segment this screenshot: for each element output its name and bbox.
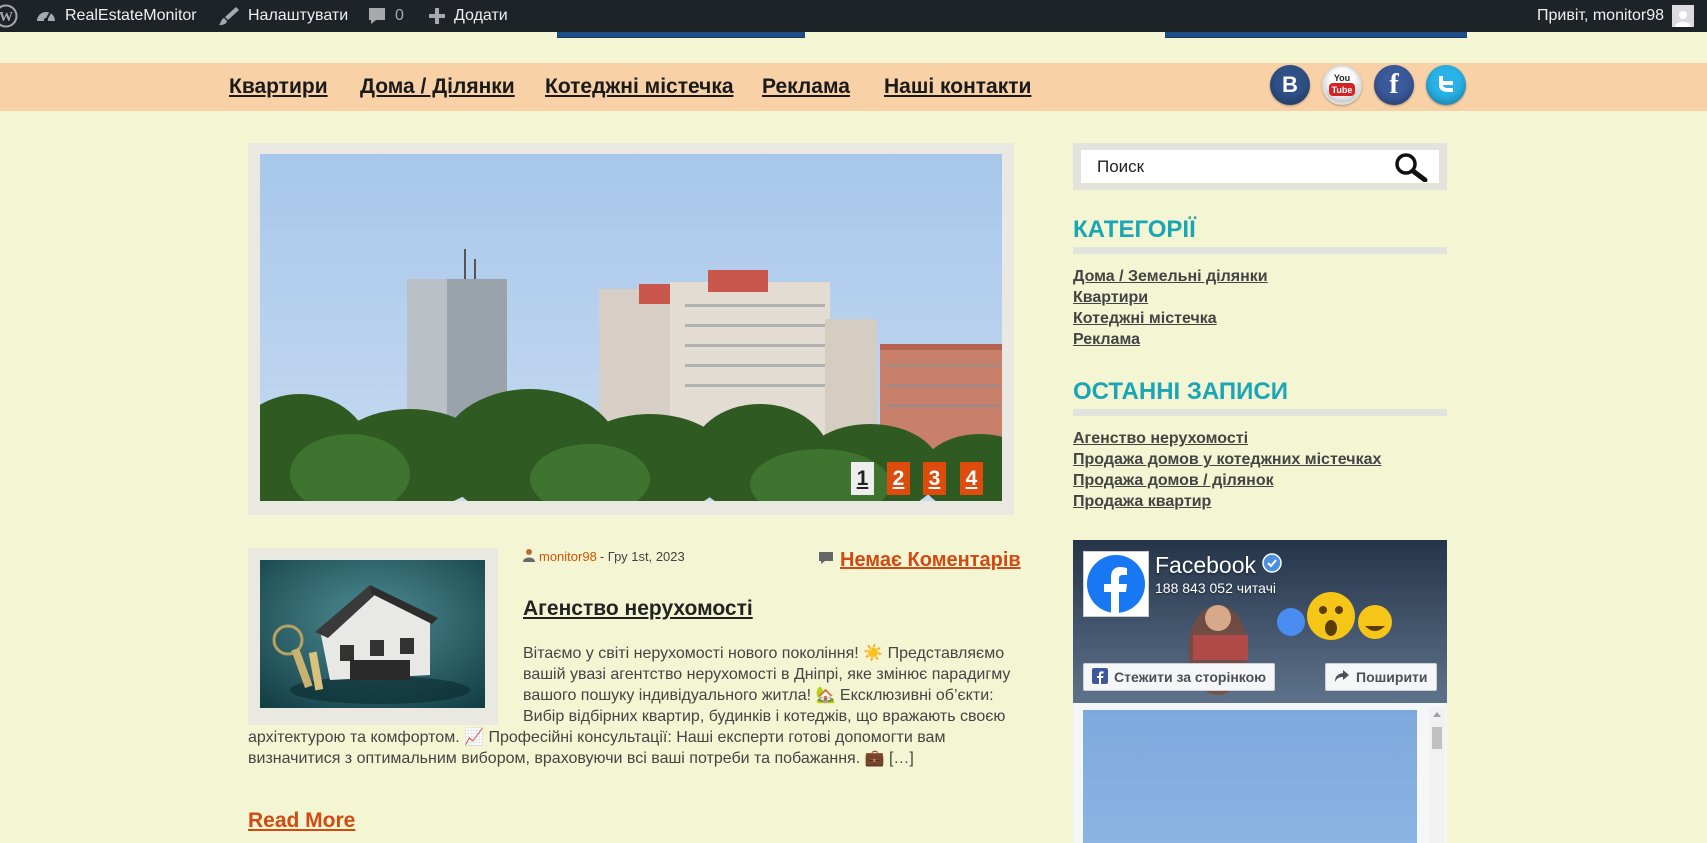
recent-posts-divider [1073,409,1447,416]
facebook-icon[interactable]: f [1374,65,1414,105]
customize-label: Налаштувати [248,7,349,24]
recent-post-link[interactable]: Продажа квартир [1073,493,1211,510]
greeting-label: Привіт, monitor98 [1537,7,1664,24]
categories-list: Дома / Земельні ділянки Квартири Котеджн… [1073,268,1268,352]
nav-item-contacts[interactable]: Наші контакти [884,75,1031,99]
youtube-icon[interactable]: You Tube [1322,65,1362,105]
post-title-link[interactable]: Агенство нерухомості [523,597,753,621]
comment-icon [818,551,834,570]
read-more-link[interactable]: Read More [248,809,355,833]
slider-page-3[interactable]: 3 [923,462,946,495]
category-link-houses-land[interactable]: Дома / Земельні ділянки [1073,268,1268,285]
post-date: - Гру 1st, 2023 [599,549,685,564]
category-link-apartments[interactable]: Квартири [1073,289,1148,306]
share-arrow-icon [1334,669,1350,686]
nav-item-apartments[interactable]: Квартири [229,75,328,99]
magnifier-icon [1395,153,1428,183]
plus-icon [428,7,446,25]
slider-page-1[interactable]: 1 [851,462,874,495]
slider-image-city[interactable] [260,154,1002,501]
comments-count: 0 [395,7,404,24]
site-name-label: RealEstateMonitor [65,7,197,24]
svg-text:Tube: Tube [1332,85,1353,95]
add-new-label: Додати [454,7,508,24]
post-author-link[interactable]: monitor98 [539,549,597,564]
header-banner-strip [557,32,1467,38]
post-meta: monitor98 - Гру 1st, 2023 [522,548,685,565]
search-button[interactable] [1391,152,1431,183]
facebook-page-name[interactable]: Facebook [1155,552,1282,579]
facebook-small-icon [1092,667,1108,687]
feed-scrollbar[interactable] [1429,707,1445,843]
slider-page-4[interactable]: 4 [960,462,983,495]
dashboard-icon [35,6,57,26]
search-widget [1073,143,1447,190]
recent-posts-list: Агенство нерухомості Продажа домов у кот… [1073,430,1381,514]
categories-divider [1073,247,1447,254]
svg-text:W: W [0,10,13,25]
scrollbar-thumb[interactable] [1432,727,1442,749]
category-link-advertising[interactable]: Реклама [1073,331,1140,348]
paintbrush-icon [218,6,240,26]
facebook-logo-icon[interactable] [1083,551,1149,617]
author-icon [522,548,536,565]
recent-post-link[interactable]: Продажа домов у котеджних містечках [1073,451,1381,468]
site-name-menu[interactable]: RealEstateMonitor [35,0,197,32]
nav-item-advertising[interactable]: Реклама [762,75,850,99]
share-button[interactable]: Поширити [1325,663,1437,691]
verified-badge-icon [1262,552,1282,579]
facebook-feed [1073,703,1447,843]
twitter-icon[interactable] [1426,65,1466,105]
recent-post-link[interactable]: Продажа домов / ділянок [1073,472,1274,489]
follow-page-label: Стежити за сторінкою [1114,669,1267,685]
list-item: Продажа домов / ділянок [1073,472,1381,493]
share-label: Поширити [1356,669,1428,685]
facebook-post-image[interactable] [1083,710,1417,843]
image-slider [248,143,1014,515]
category-link-cottage-towns[interactable]: Котеджні містечка [1073,310,1217,327]
avatar-icon [1672,5,1694,27]
post-excerpt: Вітаємо у світі нерухомості нового покол… [248,643,1020,769]
follow-page-button[interactable]: Стежити за сторінкою [1083,663,1276,691]
comment-bubble-icon [367,6,387,26]
recent-post-link[interactable]: Агенство нерухомості [1073,430,1248,447]
comments-link[interactable]: Немає Коментарів [840,549,1021,572]
list-item: Продажа квартир [1073,493,1381,514]
list-item: Дома / Земельні ділянки [1073,268,1268,289]
recent-posts-heading: ОСТАННІ ЗАПИСИ [1073,378,1289,405]
slider-page-2[interactable]: 2 [887,462,910,495]
comments-menu[interactable]: 0 [367,0,404,32]
nav-item-houses-plots[interactable]: Дома / Ділянки [360,75,515,99]
wordpress-logo-icon[interactable]: W [0,0,18,32]
vk-icon[interactable]: B [1270,65,1310,105]
search-input[interactable] [1097,156,1387,178]
svg-text:You: You [1334,73,1350,83]
facebook-page-widget: Facebook 188 843 052 читачі Стежити за с… [1073,540,1447,843]
admin-bar: W RealEstateMonitor Налаштувати 0 Додати… [0,0,1707,32]
list-item: Котеджні містечка [1073,310,1268,331]
list-item: Продажа домов у котеджних містечках [1073,451,1381,472]
list-item: Реклама [1073,331,1268,352]
account-menu[interactable]: Привіт, monitor98 [1537,0,1694,32]
list-item: Агенство нерухомості [1073,430,1381,451]
add-new-menu[interactable]: Додати [428,0,508,32]
list-item: Квартири [1073,289,1268,310]
facebook-page-name-label: Facebook [1155,552,1257,578]
facebook-followers-count: 188 843 052 читачі [1155,580,1276,596]
post-comments: Немає Коментарів [818,549,1021,572]
categories-heading: КАТЕГОРІЇ [1073,216,1196,243]
customize-menu[interactable]: Налаштувати [218,0,348,32]
nav-item-cottage-towns[interactable]: Котеджні містечка [545,75,734,99]
scroll-up-arrow-icon[interactable] [1429,707,1445,721]
